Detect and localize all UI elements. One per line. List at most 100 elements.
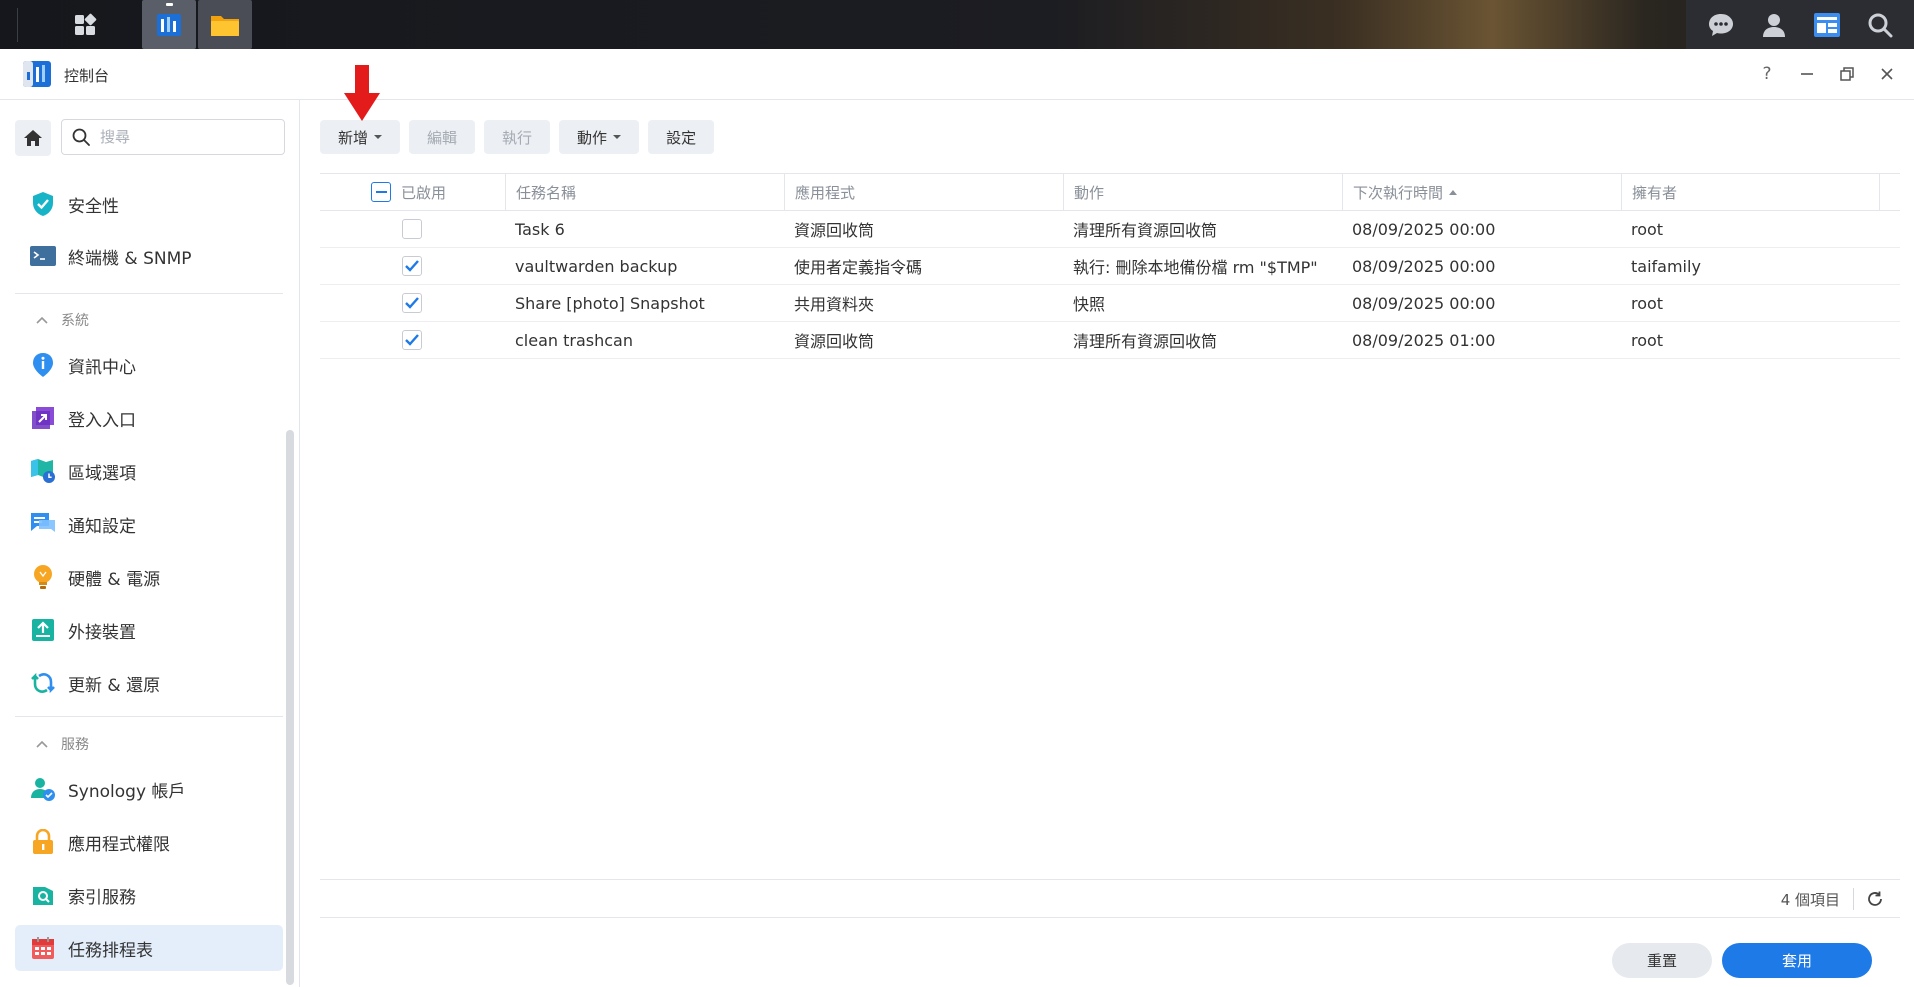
login-portal-icon — [30, 405, 56, 431]
table-row[interactable]: clean trashcan 資源回收筒 清理所有資源回收筒 08/09/202… — [320, 322, 1900, 359]
apply-button[interactable]: 套用 — [1722, 943, 1872, 978]
taskbar-control-panel-button[interactable] — [142, 0, 196, 49]
sidebar-item-terminal[interactable]: 終端機 & SNMP — [15, 233, 283, 279]
header-enabled-label: 已啟用 — [401, 183, 447, 202]
table-row[interactable]: Task 6 資源回收筒 清理所有資源回收筒 08/09/2025 00:00 … — [320, 211, 1900, 248]
table-row[interactable]: vaultwarden backup 使用者定義指令碼 執行: 刪除本地備份檔 … — [320, 248, 1900, 285]
caret-down-icon — [613, 135, 622, 139]
widgets-icon — [1813, 12, 1840, 37]
home-button[interactable] — [15, 120, 51, 156]
apps-grid-icon — [75, 13, 97, 35]
table-footer: 4 個項目 — [320, 879, 1900, 918]
region-icon — [30, 458, 56, 484]
window-title: 控制台 — [64, 67, 110, 85]
synology-account-icon — [30, 776, 56, 802]
sidebar-item-indexing-service[interactable]: 索引服務 — [15, 872, 283, 918]
header-owner[interactable]: 擁有者 — [1621, 174, 1879, 210]
run-label: 執行 — [502, 128, 533, 147]
sidebar-item-hardware-power[interactable]: 硬體 & 電源 — [15, 554, 283, 600]
external-device-icon — [30, 617, 56, 643]
chevron-up-icon — [36, 316, 48, 324]
close-icon — [1881, 68, 1893, 80]
sidebar-item-app-privileges[interactable]: 應用程式權限 — [15, 819, 283, 865]
cell-owner: root — [1631, 330, 1664, 350]
header-next-run[interactable]: 下次執行時間 — [1342, 174, 1621, 210]
taskbar-file-station-button[interactable] — [198, 0, 252, 49]
edit-button[interactable]: 編輯 — [409, 120, 476, 154]
refresh-button[interactable] — [1864, 888, 1886, 910]
header-application[interactable]: 應用程式 — [784, 174, 1063, 210]
cell-owner: root — [1631, 293, 1664, 313]
settings-button[interactable]: 設定 — [648, 120, 715, 154]
sort-ascending-icon — [1449, 189, 1458, 195]
cell-next-run: 08/09/2025 00:00 — [1352, 293, 1496, 313]
header-task-name[interactable]: 任務名稱 — [505, 174, 784, 210]
sidebar-item-label: 登入入口 — [68, 410, 136, 431]
sidebar-item-external-devices[interactable]: 外接裝置 — [15, 607, 283, 653]
sidebar-item-regional-options[interactable]: 區域選項 — [15, 448, 283, 494]
cell-task-name: Task 6 — [515, 219, 565, 239]
table-row[interactable]: Share [photo] Snapshot 共用資料夾 快照 08/09/20… — [320, 285, 1900, 322]
header-enabled[interactable]: 已啟用 — [320, 174, 506, 210]
close-button[interactable] — [1874, 61, 1900, 87]
lock-icon — [30, 829, 56, 855]
sidebar-item-update-restore[interactable]: 更新 & 還原 — [15, 660, 283, 706]
table-header: 已啟用 任務名稱 應用程式 動作 下次執行時間 擁有者 — [320, 173, 1900, 211]
sidebar-item-notification[interactable]: 通知設定 — [15, 501, 283, 547]
sidebar-item-synology-account[interactable]: Synology 帳戶 — [15, 766, 283, 812]
header-next-run-label: 下次執行時間 — [1353, 183, 1444, 202]
restore-icon — [1840, 67, 1854, 81]
section-services[interactable]: 服務 — [35, 734, 89, 754]
refresh-icon — [1868, 891, 1882, 906]
shield-icon — [30, 191, 56, 217]
taskbar — [0, 0, 1914, 49]
widgets-button[interactable] — [1807, 5, 1847, 45]
file-station-icon — [211, 15, 239, 36]
action-button[interactable]: 動作 — [559, 120, 640, 154]
help-button[interactable]: ? — [1754, 61, 1780, 87]
enabled-checkbox[interactable] — [402, 256, 422, 276]
section-system[interactable]: 系統 — [35, 310, 89, 330]
cell-action: 快照 — [1073, 295, 1106, 314]
sidebar-item-security[interactable]: 安全性 — [15, 181, 283, 227]
sidebar-search-input[interactable] — [98, 127, 272, 147]
control-panel-icon — [157, 13, 181, 36]
chevron-up-icon — [36, 740, 48, 748]
user-button[interactable] — [1754, 5, 1794, 45]
calendar-icon — [30, 935, 56, 961]
sidebar-item-login-portal[interactable]: 登入入口 — [15, 395, 283, 441]
bulb-icon — [30, 564, 56, 590]
window-controls: ? — [1754, 61, 1900, 87]
enabled-checkbox[interactable] — [402, 330, 422, 350]
sidebar-item-info-center[interactable]: 資訊中心 — [15, 342, 283, 388]
create-button[interactable]: 新增 — [320, 120, 401, 154]
index-icon — [30, 882, 56, 908]
enabled-checkbox[interactable] — [402, 219, 422, 239]
cell-application: 資源回收筒 — [794, 332, 875, 351]
run-button[interactable]: 執行 — [484, 120, 551, 154]
active-indicator — [166, 3, 173, 6]
taskbar-tray — [1686, 0, 1914, 49]
sidebar-item-label: 區域選項 — [68, 463, 136, 484]
minimize-button[interactable] — [1794, 61, 1820, 87]
sidebar-scrollbar[interactable] — [286, 430, 294, 985]
settings-label: 設定 — [666, 128, 697, 147]
reset-button[interactable]: 重置 — [1612, 943, 1712, 978]
global-search-button[interactable] — [1860, 5, 1900, 45]
restore-button[interactable] — [1834, 61, 1860, 87]
task-table: 已啟用 任務名稱 應用程式 動作 下次執行時間 擁有者 Task 6 資源回收筒… — [320, 173, 1900, 359]
help-icon: ? — [1762, 64, 1772, 84]
cell-task-name: Share [photo] Snapshot — [515, 293, 705, 313]
enabled-checkbox[interactable] — [402, 293, 422, 313]
info-icon — [30, 352, 56, 378]
sidebar-item-task-scheduler[interactable]: 任務排程表 — [15, 925, 283, 971]
cell-action: 執行: 刪除本地備份檔 rm "$TMP" — [1073, 258, 1318, 277]
chat-button[interactable] — [1701, 5, 1741, 45]
nav-divider — [15, 716, 283, 717]
header-action[interactable]: 動作 — [1063, 174, 1342, 210]
sidebar-item-label: 應用程式權限 — [68, 834, 170, 855]
select-all-checkbox[interactable] — [371, 182, 391, 202]
cell-task-name: clean trashcan — [515, 330, 633, 350]
main-menu-button[interactable] — [38, 0, 132, 49]
cell-action: 清理所有資源回收筒 — [1073, 332, 1218, 351]
